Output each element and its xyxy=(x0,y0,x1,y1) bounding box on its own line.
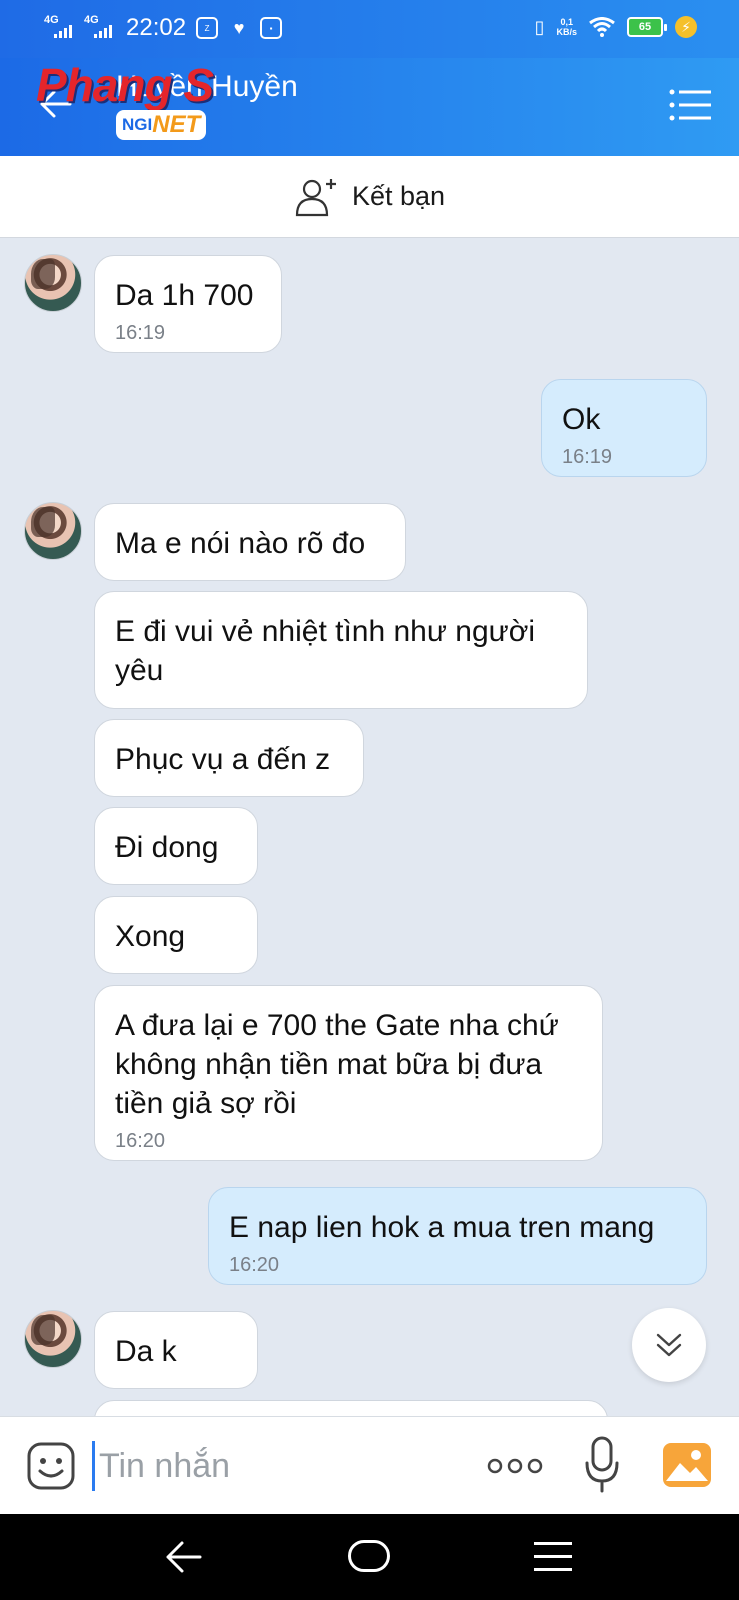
battery-icon: 65 xyxy=(627,17,667,37)
message-bubble[interactable]: Xong xyxy=(94,896,258,974)
net-speed: 0,1 KB/s xyxy=(556,17,577,37)
signal-icon-2: 4G xyxy=(84,14,118,42)
contact-avatar[interactable] xyxy=(24,1310,82,1368)
scroll-to-bottom-button[interactable] xyxy=(632,1308,706,1382)
status-bar: 4G 4G 22:02 Z ♥ ▪ ▯ 0,1 KB/s 65 ⚡ xyxy=(0,0,739,58)
zalo-notification-icon: Z xyxy=(196,17,219,39)
wifi-icon xyxy=(589,17,615,37)
message-bubble[interactable]: Phục vụ a đến z xyxy=(94,719,364,797)
signal-icon: 4G xyxy=(44,14,78,42)
nav-home-icon[interactable] xyxy=(348,1540,390,1572)
message-bubble[interactable]: Ma e nói nào rõ đo xyxy=(94,503,406,581)
message-bubble[interactable]: Ok 16:19 xyxy=(541,379,707,477)
message-list[interactable]: Da 1h 700 16:19 Ok 16:19 Ma e nói nào rõ… xyxy=(0,238,739,1416)
message-bubble[interactable]: E đi vui vẻ nhiệt tình như người yêu xyxy=(94,591,588,709)
image-gallery-icon[interactable] xyxy=(662,1441,712,1489)
emoji-icon[interactable] xyxy=(26,1441,76,1491)
heart-notification-icon: ♥ xyxy=(233,17,245,38)
nav-back-icon[interactable] xyxy=(164,1538,204,1576)
chat-header: Huyền Huyền Phang S NGI NET xyxy=(0,58,739,156)
add-friend-button[interactable]: Kết bạn xyxy=(0,156,739,238)
app-notification-icon: ▪ xyxy=(260,17,283,39)
microphone-icon[interactable] xyxy=(584,1435,620,1495)
double-chevron-down-icon xyxy=(656,1333,682,1357)
watermark-logo: Phang S NGI NET xyxy=(36,59,214,140)
system-nav-bar xyxy=(0,1514,739,1600)
message-bubble-partial[interactable] xyxy=(94,1400,608,1416)
contact-avatar[interactable] xyxy=(24,502,82,560)
menu-list-icon[interactable] xyxy=(669,88,711,122)
add-friend-icon xyxy=(295,178,336,216)
nav-recents-icon[interactable] xyxy=(534,1540,572,1574)
add-friend-label: Kết bạn xyxy=(351,181,446,211)
message-bubble[interactable]: E nap lien hok a mua tren mang 16:20 xyxy=(208,1187,707,1285)
message-bubble[interactable]: Đi dong xyxy=(94,807,258,885)
charging-icon: ⚡ xyxy=(675,16,697,38)
message-input-bar xyxy=(0,1416,739,1514)
vibrate-icon: ▯ xyxy=(534,16,545,37)
contact-avatar[interactable] xyxy=(24,254,82,312)
clock: 22:02 xyxy=(126,14,187,41)
message-bubble[interactable]: Da 1h 700 16:19 xyxy=(94,255,282,353)
more-options-icon[interactable] xyxy=(486,1453,544,1479)
message-bubble[interactable]: A đưa lại e 700 the Gate nha chứ không n… xyxy=(94,985,603,1161)
message-input[interactable] xyxy=(92,1441,462,1491)
message-bubble[interactable]: Da k xyxy=(94,1311,258,1389)
